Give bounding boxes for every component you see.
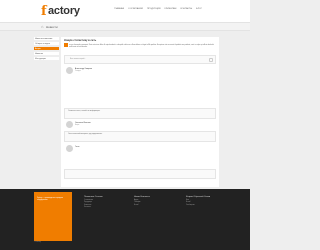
sidebar-item-promotions[interactable]: Акции bbox=[34, 47, 59, 51]
footer-about-text: Factory — производство и продажа оборудо… bbox=[37, 198, 64, 202]
copyright: © Factory bbox=[34, 242, 41, 243]
nav-item-blog[interactable]: Блог bbox=[196, 8, 202, 11]
footer-column-contacts: Наши Контакты Адрес Телефон E-mail bbox=[134, 196, 174, 207]
main-nav: Главная О компании Продукция Клиентам Ко… bbox=[114, 8, 202, 11]
post-title: Новую статистику в сеть bbox=[64, 39, 97, 42]
avatar bbox=[66, 145, 73, 152]
site-footer: Factory — производство и продажа оборудо… bbox=[0, 189, 250, 250]
footer-contact: E-mail bbox=[134, 204, 139, 206]
avatar bbox=[66, 67, 73, 74]
logo-mark: f bbox=[41, 3, 47, 19]
breadcrumb-bar: ⌂ Новости bbox=[0, 22, 250, 31]
page-title: Новости bbox=[46, 25, 58, 29]
home-icon[interactable]: ⌂ bbox=[41, 25, 45, 29]
footer-heading: Полезные Ссылки bbox=[84, 196, 103, 198]
site-header: f actory Главная О компании Продукция Кл… bbox=[0, 0, 250, 22]
sidebar-item-reviews[interactable]: Обзоры и видео bbox=[34, 42, 59, 46]
nav-item-about[interactable]: О компании bbox=[128, 8, 143, 11]
post-date-badge bbox=[64, 43, 68, 47]
post-text: Lorem ipsum dolor sit amet, consectetur … bbox=[69, 43, 214, 49]
nav-item-clients[interactable]: Клиентам bbox=[164, 8, 176, 11]
comment-date: Вчера bbox=[75, 124, 80, 126]
nav-item-contacts[interactable]: Контакты bbox=[180, 8, 192, 11]
footer-column-feedback: Форма Обратной Связи Имя E-mail Сообщени… bbox=[186, 196, 226, 207]
sidebar-item-instructions[interactable]: Инструкции bbox=[34, 57, 59, 61]
comment-body: Очень полезный материал, жду продолжения… bbox=[64, 131, 216, 142]
sidebar-item-new[interactable]: Новинки bbox=[34, 52, 59, 56]
sidebar: Новости компании Обзоры и видео Акции Но… bbox=[34, 37, 59, 62]
submit-comment-button[interactable] bbox=[209, 58, 213, 62]
footer-heading: Наши Контакты bbox=[134, 196, 150, 198]
comment-form[interactable]: Ваш комментарий... bbox=[64, 55, 216, 64]
footer-about-panel: Factory — производство и продажа оборудо… bbox=[34, 192, 72, 241]
feedback-field[interactable]: Сообщение bbox=[186, 205, 226, 207]
comment-body bbox=[64, 169, 216, 179]
comment-author: Гость bbox=[75, 146, 80, 148]
nav-item-home[interactable]: Главная bbox=[114, 8, 124, 11]
comment-text: Очень полезный материал, жду продолжения… bbox=[68, 134, 103, 135]
comment-body: Отличная статья, спасибо за информацию. bbox=[64, 108, 216, 119]
comment-text: Отличная статья, спасибо за информацию. bbox=[68, 111, 101, 112]
nav-item-products[interactable]: Продукция bbox=[147, 8, 161, 11]
comment-input-placeholder[interactable]: Ваш комментарий... bbox=[70, 58, 86, 60]
comment-date: Сегодня bbox=[75, 70, 81, 72]
footer-heading: Форма Обратной Связи bbox=[186, 196, 211, 198]
avatar bbox=[66, 121, 73, 128]
footer-link[interactable]: Контакты bbox=[84, 207, 124, 209]
footer-column-links: Полезные Ссылки О компании Продукция Кли… bbox=[84, 196, 124, 209]
logo[interactable]: f actory bbox=[41, 3, 80, 19]
logo-text: actory bbox=[48, 4, 80, 17]
sidebar-item-company-news[interactable]: Новости компании bbox=[34, 37, 59, 41]
breadcrumb: ⌂ Новости bbox=[41, 25, 58, 30]
main-content: Новую статистику в сеть Lorem ipsum dolo… bbox=[61, 37, 219, 187]
